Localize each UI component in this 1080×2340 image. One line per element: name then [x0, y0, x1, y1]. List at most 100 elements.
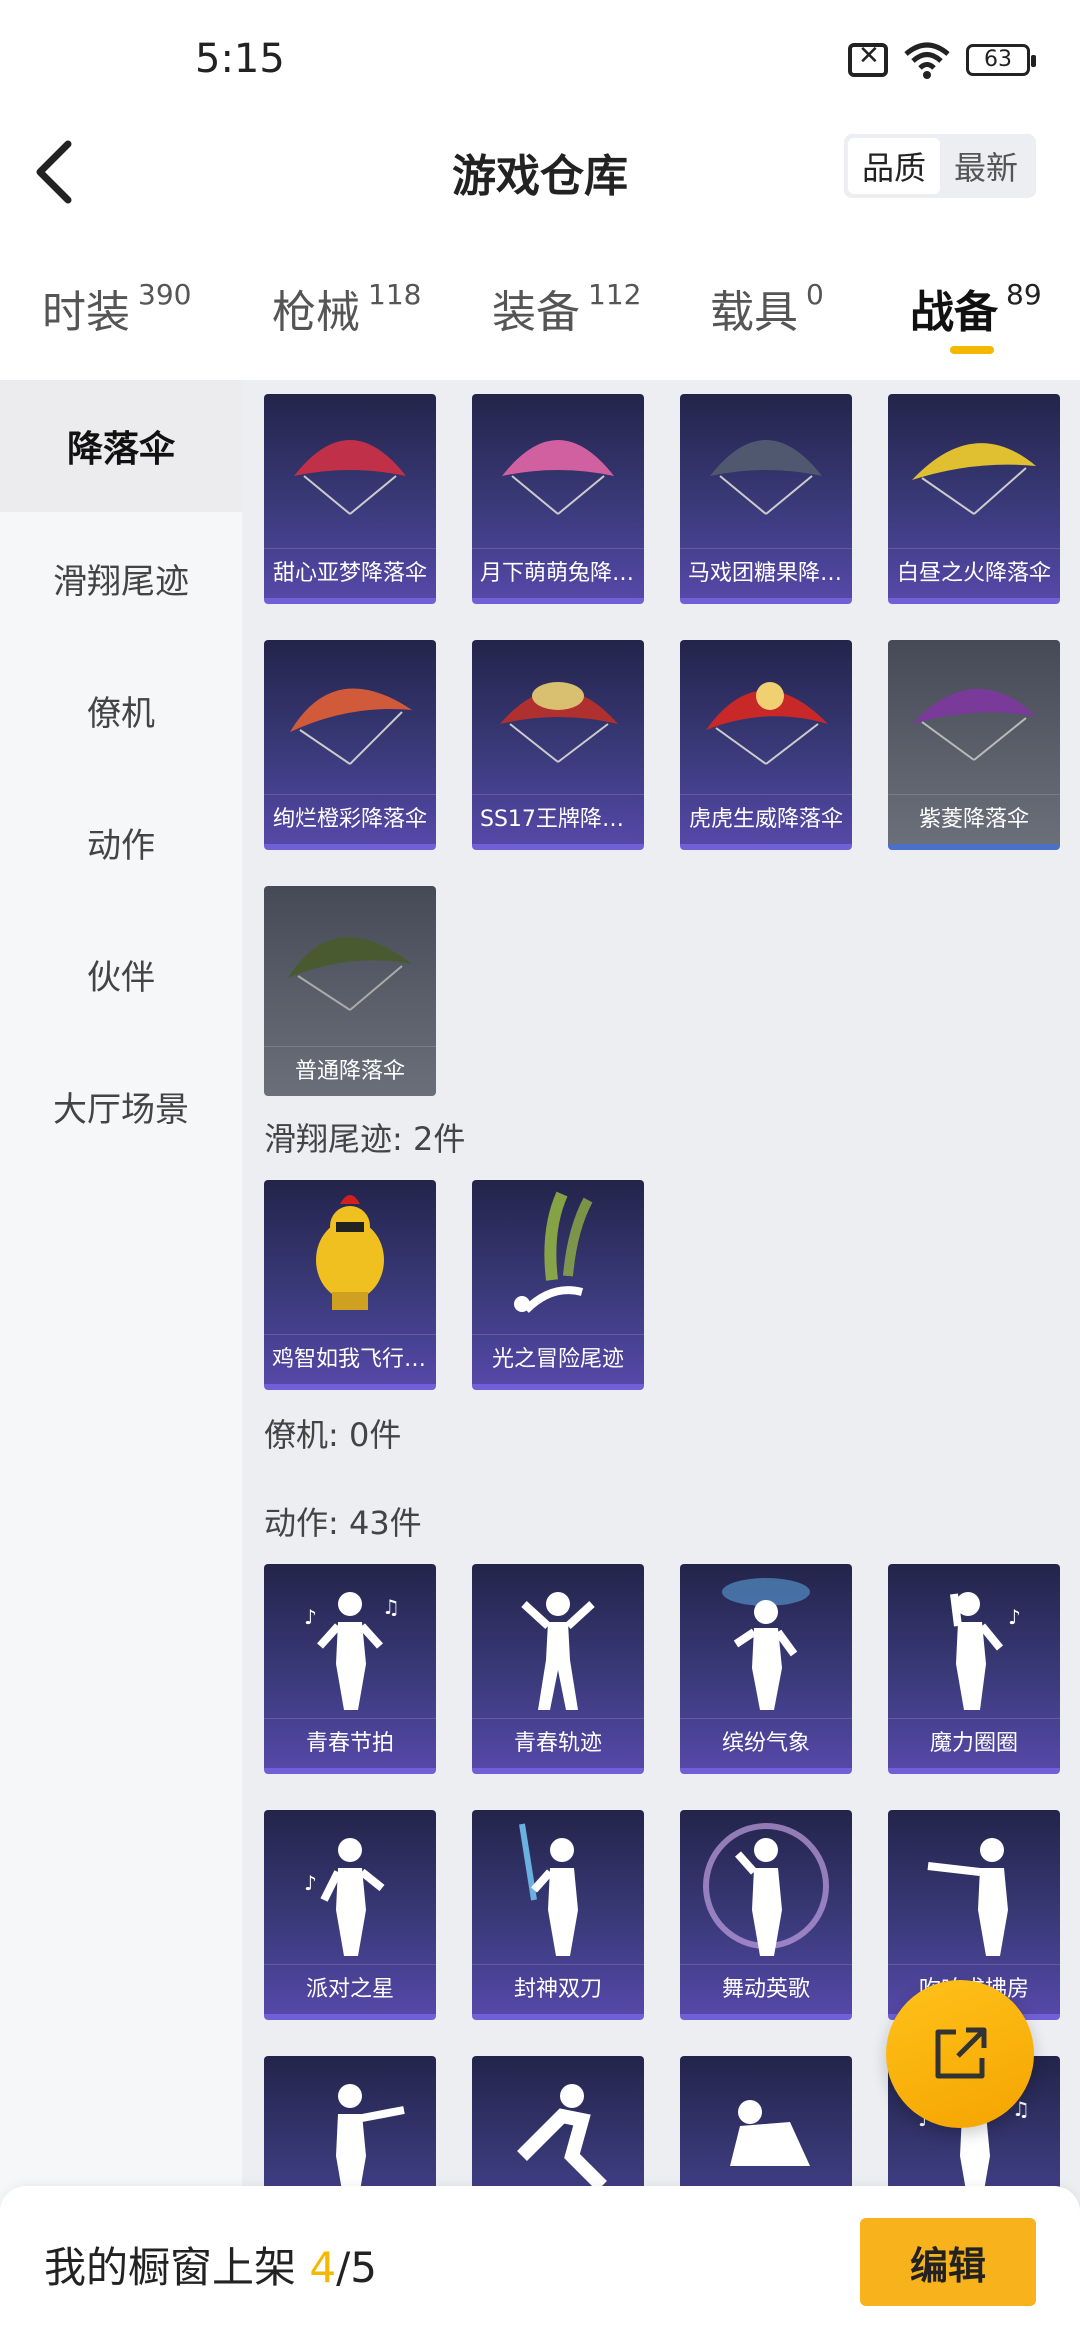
parachute-image	[290, 688, 412, 765]
tab-battle-gear[interactable]: 战备 89	[910, 276, 1042, 340]
dancer-figure-icon	[703, 1823, 829, 1956]
wifi-icon	[904, 42, 950, 79]
light-trail-image	[514, 1191, 593, 1313]
tab-equipment[interactable]: 装备 112	[492, 276, 641, 340]
share-fab[interactable]	[886, 1980, 1034, 2128]
sim-error-icon	[848, 41, 888, 77]
category-tabs: 时装 390 枪械 118 装备 112 载具 0 战备 89	[0, 258, 1080, 368]
parachute-grid: 甜心亚梦降落伞 月下萌萌兔降落伞 马戏团糖果降落伞 白昼之火降落伞 绚烂橙彩降落…	[264, 394, 1060, 1096]
item-label: 虎虎生威降落伞	[680, 794, 852, 844]
svg-text:♪: ♪	[1008, 1605, 1021, 1629]
item-card[interactable]: 舞动英歌	[680, 1810, 852, 2020]
item-card[interactable]: 封神双刀	[472, 1810, 644, 2020]
item-card[interactable]: 绚烂橙彩降落伞	[264, 640, 436, 850]
tab-count: 112	[588, 278, 642, 311]
tab-count: 89	[1006, 278, 1042, 311]
item-label: 鸡智如我飞行尾迹	[264, 1334, 436, 1384]
rooster-trail-image	[316, 1195, 384, 1310]
section-title-wingman: 僚机: 0件	[264, 1416, 402, 1454]
parachute-image	[706, 682, 828, 765]
dancer-figure-icon: ♪♫	[304, 1592, 400, 1710]
item-card[interactable]: 虎虎生威降落伞	[680, 640, 852, 850]
dancer-figure-icon: ♪	[950, 1592, 1021, 1710]
trail-grid: 鸡智如我飞行尾迹 光之冒险尾迹	[264, 1180, 1060, 1390]
showcase-total: 5	[350, 2243, 377, 2292]
tab-guns[interactable]: 枪械 118	[272, 276, 421, 340]
tab-label: 装备	[492, 287, 580, 338]
item-label: 甜心亚梦降落伞	[264, 548, 436, 598]
item-label: 舞动英歌	[680, 1964, 852, 2014]
item-label: 青春轨迹	[472, 1718, 644, 1768]
tab-label: 枪械	[272, 287, 360, 338]
item-label: 光之冒险尾迹	[472, 1334, 644, 1384]
item-card[interactable]: 缤纷气象	[680, 1564, 852, 1774]
item-label: 青春节拍	[264, 1718, 436, 1768]
battery-icon: 63	[966, 44, 1036, 76]
sidebar-item-emotes[interactable]: 动作	[0, 776, 242, 908]
section-title-glide-trail: 滑翔尾迹: 2件	[264, 1120, 466, 1158]
item-card[interactable]: 青春轨迹	[472, 1564, 644, 1774]
sidebar-item-companion[interactable]: 伙伴	[0, 908, 242, 1040]
sort-option-quality[interactable]: 品质	[848, 138, 940, 194]
sidebar-item-glide-trail[interactable]: 滑翔尾迹	[0, 512, 242, 644]
svg-text:♪: ♪	[304, 1605, 317, 1629]
showcase-label: 我的橱窗上架	[44, 2243, 297, 2292]
sidebar-item-wingman[interactable]: 僚机	[0, 644, 242, 776]
showcase-separator: /	[336, 2243, 351, 2292]
item-label: 月下萌萌兔降落伞	[472, 548, 644, 598]
tab-count: 390	[138, 278, 192, 311]
sidebar-item-parachute[interactable]: 降落伞	[0, 380, 242, 512]
parachute-image	[912, 688, 1036, 761]
tab-count: 0	[806, 278, 824, 311]
item-card[interactable]: 马戏团糖果降落伞	[680, 394, 852, 604]
tab-underline	[950, 346, 994, 354]
status-time: 5:15	[195, 36, 285, 82]
status-bar: 5:15 63	[0, 0, 1080, 120]
item-label: 派对之星	[264, 1964, 436, 2014]
item-label: 魔力圈圈	[888, 1718, 1060, 1768]
emote-grid: ♪ ♫ 青春节拍 青春轨迹 缤纷气象 ♪ 魔力圈圈 ♪ 派对之星 封神双刀 舞动英…	[264, 1564, 1060, 2266]
sort-toggle: 品质 最新	[844, 134, 1036, 198]
showcase-current: 4	[309, 2243, 337, 2292]
item-card[interactable]: 紫菱降落伞	[888, 640, 1060, 850]
tab-label: 载具	[710, 287, 798, 338]
item-label: 缤纷气象	[680, 1718, 852, 1768]
sidebar-item-lobby-scene[interactable]: 大厅场景	[0, 1040, 242, 1172]
item-label: 紫菱降落伞	[888, 794, 1060, 844]
share-external-icon	[935, 2027, 987, 2079]
edit-button[interactable]: 编辑	[860, 2218, 1036, 2306]
item-card[interactable]: 鸡智如我飞行尾迹	[264, 1180, 436, 1390]
item-card[interactable]: ♪ 魔力圈圈	[888, 1564, 1060, 1774]
item-card[interactable]: ♪ 派对之星	[264, 1810, 436, 2020]
item-card[interactable]: 月下萌萌兔降落伞	[472, 394, 644, 604]
parachute-image	[294, 440, 406, 515]
item-label: 封神双刀	[472, 1964, 644, 2014]
item-label: 白昼之火降落伞	[888, 548, 1060, 598]
tab-fashion[interactable]: 时装 390	[42, 276, 191, 340]
tab-label: 战备	[910, 287, 998, 338]
sort-option-newest[interactable]: 最新	[940, 138, 1032, 194]
item-label: 普通降落伞	[264, 1046, 436, 1096]
parachute-image	[912, 443, 1036, 515]
item-card[interactable]: 甜心亚梦降落伞	[264, 394, 436, 604]
tab-label: 时装	[42, 287, 130, 338]
item-card[interactable]: ♪ ♫ 青春节拍	[264, 1564, 436, 1774]
bottom-bar: 我的橱窗上架 4/5 编辑	[0, 2186, 1080, 2340]
item-card[interactable]: SS17王牌降落伞	[472, 640, 644, 850]
showcase-count: 我的橱窗上架 4/5	[44, 2234, 377, 2295]
item-label: 马戏团糖果降落伞	[680, 548, 852, 598]
item-card[interactable]: 普通降落伞	[264, 886, 436, 1096]
item-card[interactable]: 光之冒险尾迹	[472, 1180, 644, 1390]
item-label: SS17王牌降落伞	[472, 794, 644, 844]
header: 游戏仓库 品质 最新	[0, 120, 1080, 220]
item-label: 绚烂橙彩降落伞	[264, 794, 436, 844]
dancer-figure-icon	[519, 1823, 578, 1956]
svg-text:♪: ♪	[304, 1871, 317, 1895]
svg-text:♫: ♫	[382, 1595, 400, 1619]
item-card[interactable]: 白昼之火降落伞	[888, 394, 1060, 604]
dancer-figure-icon	[521, 1592, 595, 1710]
tab-vehicles[interactable]: 载具 0	[710, 276, 824, 340]
section-title-emotes: 动作: 43件	[264, 1504, 422, 1542]
parachute-image	[710, 440, 822, 515]
sidebar: 降落伞 滑翔尾迹 僚机 动作 伙伴 大厅场景	[0, 380, 242, 2340]
